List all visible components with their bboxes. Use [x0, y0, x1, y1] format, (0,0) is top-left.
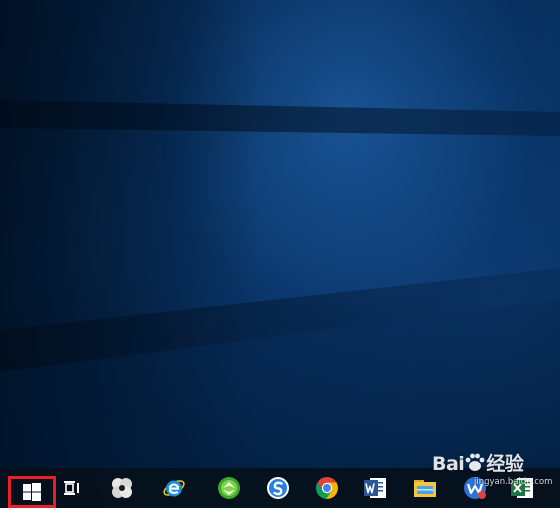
taskbar-app-green-browser[interactable] [205, 468, 253, 508]
internet-explorer-icon [163, 480, 185, 497]
sogou-browser-icon [267, 477, 289, 499]
taskbar-app-sogou-browser[interactable] [254, 468, 302, 508]
desktop-screen: Bai 经验 jingyan.baidu.com [0, 0, 560, 508]
green-browser-icon [218, 477, 240, 499]
taskbar-app-chrome[interactable] [303, 468, 351, 508]
task-view-button[interactable] [48, 468, 96, 508]
wallpaper-light-beams [0, 0, 560, 508]
watermark-brand: Bai 经验 [432, 453, 524, 475]
paw-icon [465, 453, 485, 471]
watermark-url: jingyan.baidu.com [474, 477, 553, 487]
taskbar-app-word[interactable] [351, 468, 399, 508]
pinwheel-app-icon [112, 478, 132, 498]
taskbar-app-internet-explorer[interactable] [150, 468, 198, 508]
chrome-icon [315, 477, 339, 500]
desktop-wallpaper [0, 0, 560, 508]
word-icon [364, 478, 386, 498]
baidu-jingyan-watermark: Bai 经验 jingyan.baidu.com [428, 447, 560, 497]
windows-logo-icon [23, 483, 41, 501]
taskbar-app-pinwheel[interactable] [98, 468, 146, 508]
task-view-icon [64, 481, 79, 495]
